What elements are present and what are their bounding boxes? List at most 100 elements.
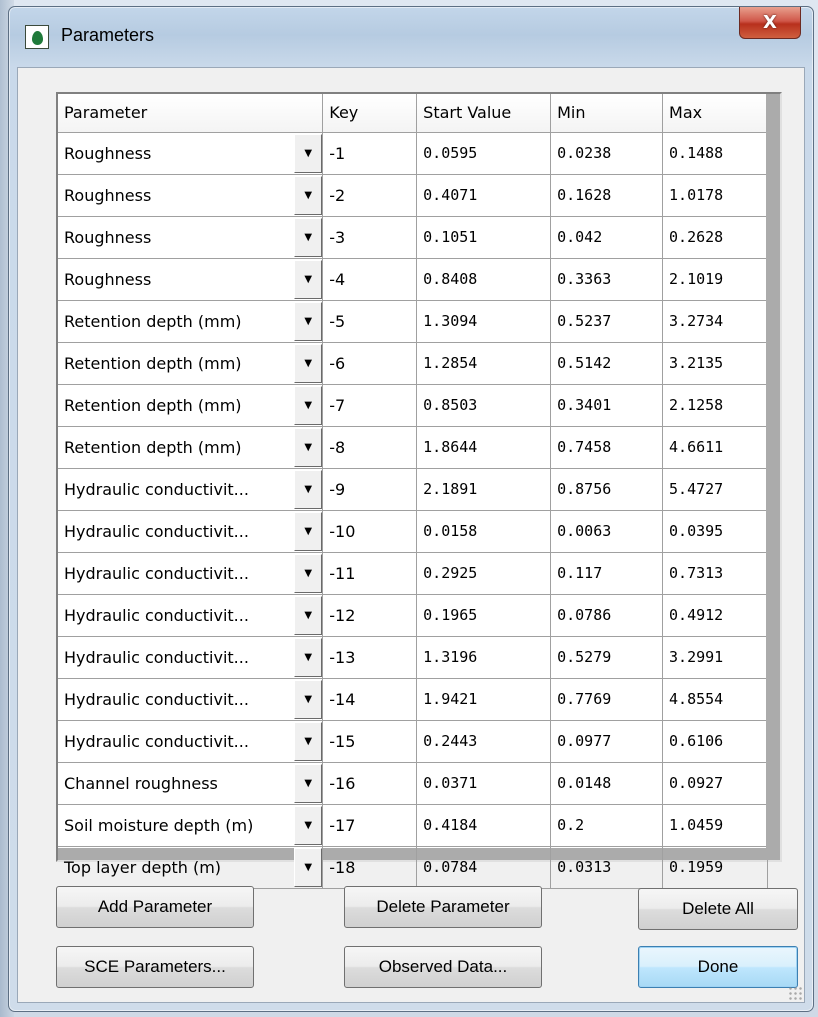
max-cell[interactable]: 3.2991	[662, 636, 768, 679]
max-cell[interactable]: 1.0459	[662, 804, 768, 847]
min-cell[interactable]: 0.3363	[550, 258, 664, 301]
table-row[interactable]: Retention depth (mm) ▼ -6 1.2854 0.5142 3.213…	[58, 342, 768, 385]
parameter-dropdown-button[interactable]: ▼	[294, 469, 322, 509]
key-cell[interactable]: -17	[322, 804, 418, 847]
parameter-dropdown-button[interactable]: ▼	[294, 679, 322, 719]
parameter-dropdown-button[interactable]: ▼	[294, 259, 322, 299]
min-cell[interactable]: 0.7458	[550, 426, 664, 469]
table-row[interactable]: Hydraulic conductivit... ▼ -11 0.2925 0.117 0…	[58, 552, 768, 595]
parameter-cell[interactable]: Hydraulic conductivit... ▼	[58, 510, 324, 553]
key-cell[interactable]: -1	[322, 132, 418, 175]
table-row[interactable]: Retention depth (mm) ▼ -8 1.8644 0.7458 4.661…	[58, 426, 768, 469]
parameter-cell[interactable]: Hydraulic conductivit... ▼	[58, 636, 324, 679]
parameter-dropdown-button[interactable]: ▼	[294, 511, 322, 551]
max-cell[interactable]: 3.2135	[662, 342, 768, 385]
start-value-cell[interactable]: 1.8644	[416, 426, 552, 469]
parameter-cell[interactable]: Retention depth (mm) ▼	[58, 426, 324, 469]
max-cell[interactable]: 2.1258	[662, 384, 768, 427]
parameter-dropdown-button[interactable]: ▼	[294, 721, 322, 761]
key-cell[interactable]: -3	[322, 216, 418, 259]
key-cell[interactable]: -9	[322, 468, 418, 511]
parameter-cell[interactable]: Roughness ▼	[58, 174, 324, 217]
parameter-dropdown-button[interactable]: ▼	[294, 805, 322, 845]
min-cell[interactable]: 0.0977	[550, 720, 664, 763]
parameter-cell[interactable]: Retention depth (mm) ▼	[58, 300, 324, 343]
start-value-cell[interactable]: 0.0595	[416, 132, 552, 175]
min-cell[interactable]: 0.0238	[550, 132, 664, 175]
start-value-cell[interactable]: 1.3196	[416, 636, 552, 679]
table-row[interactable]: Hydraulic conductivit... ▼ -13 1.3196 0.5279…	[58, 636, 768, 679]
max-cell[interactable]: 0.4912	[662, 594, 768, 637]
delete-all-button[interactable]: Delete All	[638, 888, 798, 930]
max-cell[interactable]: 0.0395	[662, 510, 768, 553]
add-parameter-button[interactable]: Add Parameter	[56, 886, 254, 928]
parameter-dropdown-button[interactable]: ▼	[294, 427, 322, 467]
max-cell[interactable]: 0.6106	[662, 720, 768, 763]
column-header-start-value[interactable]: Start Value	[416, 94, 552, 133]
table-row[interactable]: Channel roughness ▼ -16 0.0371 0.0148 0.0927	[58, 762, 768, 805]
min-cell[interactable]: 0.7769	[550, 678, 664, 721]
done-button[interactable]: Done	[638, 946, 798, 988]
table-row[interactable]: Hydraulic conductivit... ▼ -12 0.1965 0.0786…	[58, 594, 768, 637]
start-value-cell[interactable]: 1.2854	[416, 342, 552, 385]
close-button[interactable]: X	[739, 7, 801, 39]
start-value-cell[interactable]: 0.4071	[416, 174, 552, 217]
max-cell[interactable]: 4.6611	[662, 426, 768, 469]
parameter-dropdown-button[interactable]: ▼	[294, 301, 322, 341]
table-row[interactable]: Roughness ▼ -1 0.0595 0.0238 0.1488	[58, 132, 768, 175]
parameter-cell[interactable]: Hydraulic conductivit... ▼	[58, 720, 324, 763]
parameter-dropdown-button[interactable]: ▼	[294, 763, 322, 803]
observed-data-button[interactable]: Observed Data...	[344, 946, 542, 988]
table-row[interactable]: Roughness ▼ -2 0.4071 0.1628 1.0178	[58, 174, 768, 217]
max-cell[interactable]: 0.1488	[662, 132, 768, 175]
min-cell[interactable]: 0.0313	[550, 846, 664, 889]
min-cell[interactable]: 0.5279	[550, 636, 664, 679]
parameter-cell[interactable]: Soil moisture depth (m) ▼	[58, 804, 324, 847]
min-cell[interactable]: 0.5237	[550, 300, 664, 343]
min-cell[interactable]: 0.0148	[550, 762, 664, 805]
parameter-dropdown-button[interactable]: ▼	[294, 385, 322, 425]
title-bar[interactable]: Parameters X	[9, 7, 813, 67]
column-header-min[interactable]: Min	[550, 94, 664, 133]
max-cell[interactable]: 1.0178	[662, 174, 768, 217]
table-row[interactable]: Hydraulic conductivit... ▼ -15 0.2443 0.0977…	[58, 720, 768, 763]
max-cell[interactable]: 0.7313	[662, 552, 768, 595]
parameter-dropdown-button[interactable]: ▼	[294, 847, 322, 887]
parameter-cell[interactable]: Roughness ▼	[58, 216, 324, 259]
parameter-cell[interactable]: Roughness ▼	[58, 132, 324, 175]
min-cell[interactable]: 0.0063	[550, 510, 664, 553]
parameter-dropdown-button[interactable]: ▼	[294, 217, 322, 257]
parameter-cell[interactable]: Roughness ▼	[58, 258, 324, 301]
key-cell[interactable]: -15	[322, 720, 418, 763]
start-value-cell[interactable]: 0.8503	[416, 384, 552, 427]
key-cell[interactable]: -18	[322, 846, 418, 889]
key-cell[interactable]: -11	[322, 552, 418, 595]
parameter-dropdown-button[interactable]: ▼	[294, 637, 322, 677]
key-cell[interactable]: -14	[322, 678, 418, 721]
parameter-cell[interactable]: Retention depth (mm) ▼	[58, 384, 324, 427]
column-header-max[interactable]: Max	[662, 94, 768, 133]
start-value-cell[interactable]: 0.4184	[416, 804, 552, 847]
max-cell[interactable]: 0.2628	[662, 216, 768, 259]
parameter-dropdown-button[interactable]: ▼	[294, 343, 322, 383]
table-row[interactable]: Roughness ▼ -4 0.8408 0.3363 2.1019	[58, 258, 768, 301]
min-cell[interactable]: 0.1628	[550, 174, 664, 217]
start-value-cell[interactable]: 0.0158	[416, 510, 552, 553]
min-cell[interactable]: 0.8756	[550, 468, 664, 511]
parameter-cell[interactable]: Retention depth (mm) ▼	[58, 342, 324, 385]
min-cell[interactable]: 0.5142	[550, 342, 664, 385]
key-cell[interactable]: -13	[322, 636, 418, 679]
parameters-grid[interactable]: Parameter Key Start Value Min Max Roughn…	[56, 92, 782, 889]
table-row[interactable]: Hydraulic conductivit... ▼ -9 2.1891 0.8756 5…	[58, 468, 768, 511]
parameter-cell[interactable]: Hydraulic conductivit... ▼	[58, 678, 324, 721]
table-row[interactable]: Top layer depth (m) ▼ -18 0.0784 0.0313 0.195…	[58, 846, 768, 889]
key-cell[interactable]: -6	[322, 342, 418, 385]
start-value-cell[interactable]: 1.9421	[416, 678, 552, 721]
start-value-cell[interactable]: 0.8408	[416, 258, 552, 301]
delete-parameter-button[interactable]: Delete Parameter	[344, 886, 542, 928]
key-cell[interactable]: -4	[322, 258, 418, 301]
column-header-key[interactable]: Key	[322, 94, 418, 133]
start-value-cell[interactable]: 2.1891	[416, 468, 552, 511]
start-value-cell[interactable]: 0.0784	[416, 846, 552, 889]
parameter-cell[interactable]: Hydraulic conductivit... ▼	[58, 468, 324, 511]
